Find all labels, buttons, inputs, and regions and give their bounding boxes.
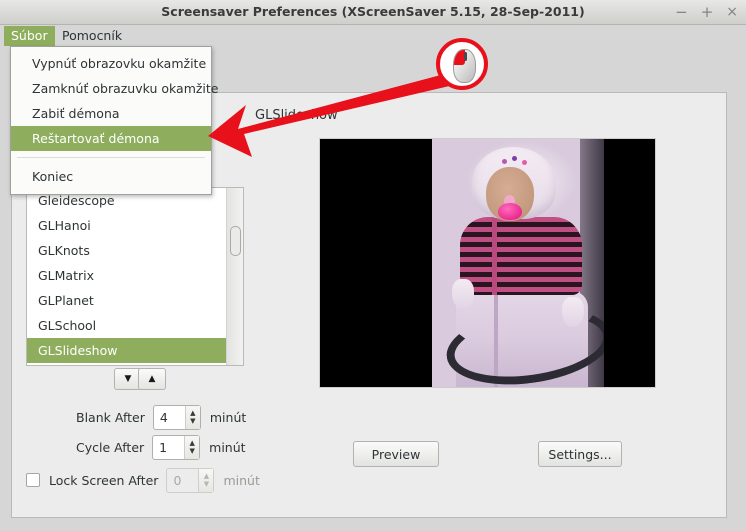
close-button[interactable]: × [726, 4, 738, 20]
hood-dot [512, 156, 517, 161]
blank-after-spinner[interactable]: 4 ▲ ▼ [152, 404, 201, 430]
maximize-button[interactable]: + [701, 4, 714, 20]
pacifier [498, 203, 522, 220]
settings-button[interactable]: Settings... [538, 441, 622, 467]
lock-screen-after-spinner: 0 ▲ ▼ [166, 467, 215, 493]
jacket [460, 217, 582, 295]
cycle-after-stepper[interactable]: ▲ ▼ [184, 435, 200, 459]
menu-separator [17, 157, 205, 158]
cycle-after-row: Cycle After 1 ▲ ▼ minút [76, 434, 246, 460]
list-item[interactable]: GLHanoi [27, 213, 243, 238]
hood-dot [522, 160, 527, 165]
blank-after-row: Blank After 4 ▲ ▼ minút [76, 404, 246, 430]
file-menu-dropdown[interactable]: Vypnúť obrazovku okamžite Zamknúť obrazu… [10, 46, 219, 195]
mouse-body [453, 49, 476, 83]
menu-item-lock-screen-now[interactable]: Zamknúť obrazuvku okamžite [11, 76, 219, 101]
list-item-selected[interactable]: GLSlideshow [27, 338, 243, 363]
preview-photo [432, 139, 604, 387]
jacket-zipper [492, 217, 497, 295]
stepper-up-icon[interactable]: ▲ [189, 439, 194, 447]
list-scrollbar[interactable] [226, 188, 243, 365]
menu-bar: Súbor Pomocník [0, 25, 746, 47]
window-titlebar: Screensaver Preferences (XScreenSaver 5.… [0, 0, 746, 25]
blank-after-label: Blank After [76, 409, 145, 425]
lock-screen-after-label: Lock Screen After [49, 472, 159, 488]
list-move-up-button[interactable]: ▲ [138, 368, 166, 390]
menu-item-kill-daemon[interactable]: Zabiť démona [11, 101, 211, 126]
hood-dot [502, 159, 507, 164]
menu-item-blank-screen-now[interactable]: Vypnúť obrazovku okamžite [11, 51, 211, 76]
stepper-up-icon[interactable]: ▲ [190, 409, 195, 417]
mitten-left [452, 279, 474, 309]
stepper-down-icon: ▼ [203, 480, 210, 488]
selected-saver-title: GLSlideshow [255, 108, 338, 123]
blank-after-unit: minút [209, 409, 247, 425]
menu-pomocnik[interactable]: Pomocník [55, 26, 129, 46]
menu-item-restart-daemon[interactable]: Reštartovať démona [11, 126, 211, 151]
lock-screen-after-unit: minút [223, 472, 260, 488]
window-title: Screensaver Preferences (XScreenSaver 5.… [161, 4, 585, 19]
blank-after-value[interactable]: 4 [160, 406, 168, 429]
stepper-down-icon[interactable]: ▼ [190, 417, 195, 425]
stepper-up-icon: ▲ [203, 472, 210, 480]
preview-button[interactable]: Preview [353, 441, 439, 467]
list-item[interactable]: GLSchool [27, 313, 243, 338]
lock-screen-stepper: ▲ ▼ [198, 468, 214, 492]
cycle-after-spinner[interactable]: 1 ▲ ▼ [152, 434, 201, 460]
cycle-after-value[interactable]: 1 [159, 436, 167, 459]
menu-item-quit[interactable]: Koniec [11, 164, 211, 189]
stepper-down-icon[interactable]: ▼ [189, 447, 194, 455]
minimize-button[interactable]: − [675, 4, 688, 20]
menu-subor[interactable]: Súbor [4, 26, 55, 46]
cycle-after-label: Cycle After [76, 439, 145, 455]
lock-screen-after-value: 0 [173, 472, 182, 488]
mouse-wheel [464, 52, 467, 61]
lock-screen-after-row: Lock Screen After 0 ▲ ▼ minút [26, 467, 260, 493]
list-item[interactable]: GLPlanet [27, 288, 243, 313]
mouse-left-click-icon [436, 38, 488, 90]
screensaver-list[interactable]: Gleidescope GLHanoi GLKnots GLMatrix GLP… [26, 187, 244, 366]
list-item[interactable]: GLKnots [27, 238, 243, 263]
blank-after-stepper[interactable]: ▲ ▼ [184, 405, 200, 429]
screensaver-preview [319, 138, 656, 388]
list-scrollbar-thumb[interactable] [230, 226, 241, 256]
list-item[interactable]: GLMatrix [27, 263, 243, 288]
window-controls: − + × [675, 0, 738, 24]
lock-screen-checkbox[interactable] [26, 473, 40, 487]
cycle-after-unit: minút [209, 439, 246, 455]
